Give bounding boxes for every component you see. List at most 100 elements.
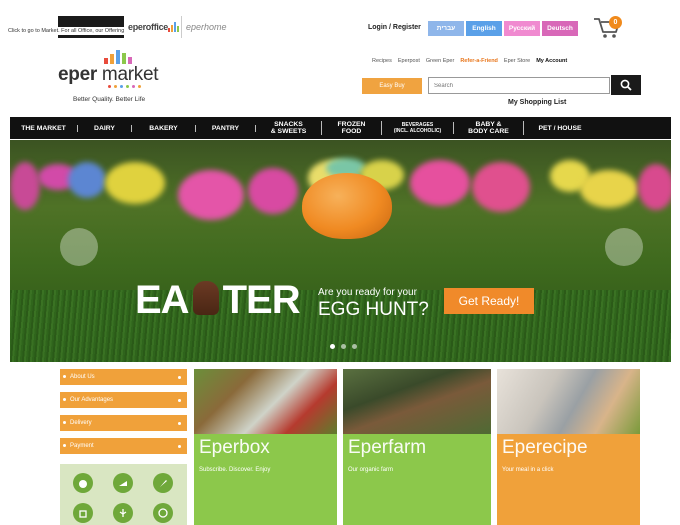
hero-banner[interactable]: EA TER Are you ready for your EGG HUNT? G… <box>10 140 671 362</box>
logo-bars-icon <box>104 50 132 64</box>
carousel-dots <box>330 344 357 349</box>
logo-tagline: Better Quality. Better Life <box>73 96 146 103</box>
egg-decoration <box>580 170 638 208</box>
top-strip: eperoffice eperhome Click to go to Marke… <box>0 0 680 44</box>
carousel-dot[interactable] <box>330 344 335 349</box>
carrot-icon[interactable] <box>153 473 173 493</box>
side-menu-delivery[interactable]: Delivery <box>60 415 187 431</box>
get-ready-button[interactable]: Get Ready! <box>444 288 534 314</box>
egg-decoration <box>472 162 530 212</box>
logo-text: eper market <box>58 64 158 86</box>
nav-item-dairy[interactable]: DAIRY <box>78 124 132 132</box>
card-eperecipe[interactable]: Eperecipe Your meal in a click <box>497 369 640 525</box>
util-link-eper-store[interactable]: Eper Store <box>504 58 530 64</box>
eperbox-photo <box>194 369 337 434</box>
nav-item-the-market[interactable]: THE MARKET <box>10 124 78 132</box>
egg-decoration <box>10 162 40 210</box>
orange-egg-decoration <box>302 173 392 239</box>
login-register-link[interactable]: Login / Register <box>368 24 421 31</box>
leaf-icon[interactable] <box>113 503 133 523</box>
hero-question-line1: Are you ready for your <box>318 287 417 298</box>
lang-russian-button[interactable]: Русский <box>504 21 540 36</box>
hero-title-left: EA <box>135 278 190 322</box>
hero-next-arrow[interactable] <box>605 228 643 266</box>
egg-decoration <box>410 160 470 206</box>
egg-decoration <box>105 162 165 204</box>
site-tab-eperoffice-label: eperoffice <box>128 22 169 32</box>
site-tab-eperoffice[interactable]: eperoffice <box>124 16 182 38</box>
cart-count-badge: 0 <box>609 16 622 29</box>
nav-item-pantry[interactable]: PANTRY <box>196 124 256 132</box>
my-shopping-list-link[interactable]: My Shopping List <box>508 99 566 106</box>
arrow-icon <box>178 421 181 425</box>
site-tab-eperhome[interactable]: eperhome <box>182 16 242 38</box>
logo-dots-icon <box>108 85 141 88</box>
bag-icon[interactable] <box>73 503 93 523</box>
card-subtitle: Your meal in a click <box>502 467 554 473</box>
hero-prev-arrow[interactable] <box>60 228 98 266</box>
egg-decoration <box>68 162 106 198</box>
logo-name-bold: eper <box>58 64 97 85</box>
back-to-market-link[interactable]: Click to go to Market. For all Office, o… <box>6 27 127 35</box>
eperoffice-logo-icon <box>168 22 180 32</box>
side-menu-label: Our Advantages <box>70 397 114 403</box>
util-link-recipes[interactable]: Recipes <box>372 58 392 64</box>
eperecipe-photo <box>497 369 640 434</box>
language-switcher: עברית English Русский Deutsch <box>428 21 578 36</box>
nav-item-frozen-food[interactable]: FROZEN FOOD <box>322 121 382 135</box>
nav-item-baby-body-care[interactable]: BABY & BODY CARE <box>454 121 524 135</box>
carousel-dot[interactable] <box>352 344 357 349</box>
search-button[interactable] <box>611 75 641 95</box>
carousel-dot[interactable] <box>341 344 346 349</box>
lang-hebrew-button[interactable]: עברית <box>428 21 464 36</box>
util-link-refer-friend[interactable]: Refer-a-Friend <box>460 58 498 64</box>
lang-german-button[interactable]: Deutsch <box>542 21 578 36</box>
egg-decoration <box>178 170 244 220</box>
arrow-icon <box>178 398 181 402</box>
side-menu-label: About Us <box>70 374 95 380</box>
card-subtitle: Subscribe. Discover. Enjoy <box>199 467 271 473</box>
hero-title-right: TER <box>222 278 301 322</box>
card-title: Eperbox <box>199 437 270 458</box>
card-eperbox[interactable]: Eperbox Subscribe. Discover. Enjoy <box>194 369 337 525</box>
side-menu-our-advantages[interactable]: Our Advantages <box>60 392 187 408</box>
card-title: Eperfarm <box>348 437 427 458</box>
search-icon <box>620 79 632 91</box>
lang-english-button[interactable]: English <box>466 21 502 36</box>
util-link-eperpost[interactable]: Eperpost <box>398 58 420 64</box>
feature-icons-panel <box>60 464 187 525</box>
chocolate-bunny-icon <box>192 281 219 315</box>
cheese-icon[interactable] <box>113 473 133 493</box>
util-link-green-eper[interactable]: Green Eper <box>426 58 454 64</box>
eperfarm-photo <box>343 369 491 434</box>
egg-decoration <box>248 168 298 214</box>
site-logo[interactable]: eper market Better Quality. Better Life <box>58 50 168 108</box>
nav-item-beverages[interactable]: BEVERAGES (INCL. ALCOHOLIC) <box>382 122 454 134</box>
search-input[interactable] <box>428 77 610 94</box>
easy-buy-button[interactable]: Easy Buy <box>362 78 422 94</box>
side-menu-label: Payment <box>70 443 94 449</box>
side-menu-payment[interactable]: Payment <box>60 438 187 454</box>
card-title: Eperecipe <box>502 437 588 458</box>
logo-name-rest: market <box>96 64 159 85</box>
card-subtitle: Our organic farm <box>348 467 394 473</box>
side-menu: About Us Our Advantages Delivery Payment <box>60 369 187 461</box>
cart-button[interactable]: 0 <box>592 15 628 41</box>
nav-item-snacks-sweets[interactable]: SNACKS & SWEETS <box>256 121 322 135</box>
apple-icon[interactable] <box>73 473 93 493</box>
egg-decoration <box>638 164 671 210</box>
util-link-my-account[interactable]: My Account <box>536 58 567 64</box>
side-menu-about-us[interactable]: About Us <box>60 369 187 385</box>
main-nav: THE MARKET DAIRY BAKERY PANTRY SNACKS & … <box>10 117 671 139</box>
nav-item-bakery[interactable]: BAKERY <box>132 124 196 132</box>
card-eperfarm[interactable]: Eperfarm Our organic farm <box>343 369 491 525</box>
side-menu-label: Delivery <box>70 420 92 426</box>
utility-links: Recipes Eperpost Green Eper Refer-a-Frie… <box>372 58 567 64</box>
site-tab-eperhome-label: eperhome <box>186 22 227 32</box>
hero-title: EA TER <box>135 278 301 323</box>
clock-icon[interactable] <box>153 503 173 523</box>
nav-item-pet-house[interactable]: PET / HOUSE <box>524 125 596 132</box>
arrow-icon <box>178 444 181 448</box>
arrow-icon <box>178 375 181 379</box>
hero-question-line2: EGG HUNT? <box>318 299 429 320</box>
